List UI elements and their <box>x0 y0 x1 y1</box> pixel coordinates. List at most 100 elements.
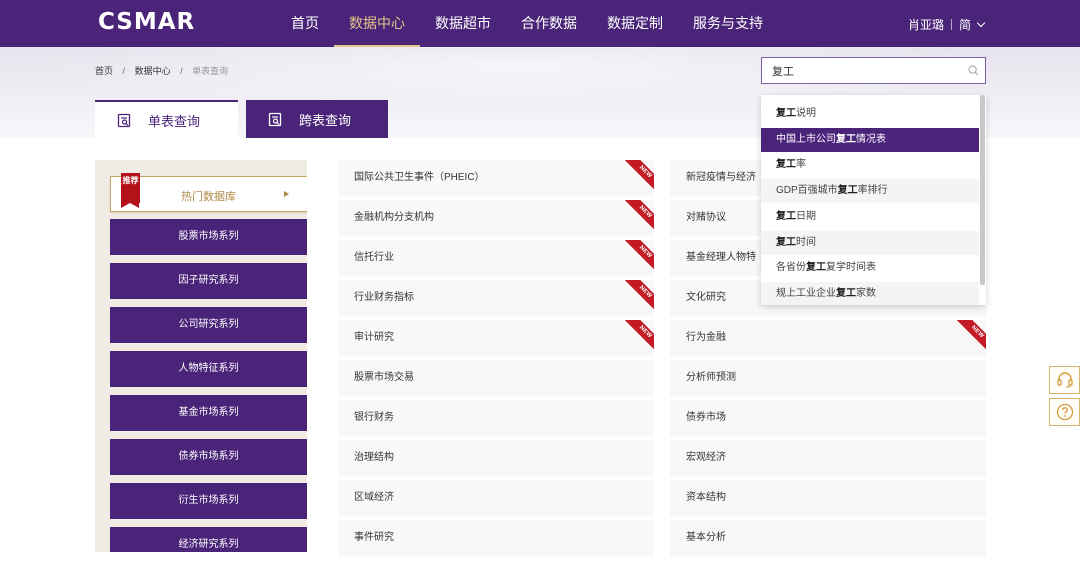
database-item-label: 治理结构 <box>354 452 394 463</box>
suggestion-pre: GDP百强城市 <box>776 185 838 197</box>
nav-item-3[interactable]: 合作数据 <box>506 0 592 47</box>
database-item[interactable]: 审计研究 NEW <box>338 320 654 356</box>
suggestion-post: 率排行 <box>857 185 888 197</box>
database-item[interactable]: 股票市场交易 <box>338 360 654 396</box>
database-item-label: 文化研究 <box>686 292 726 303</box>
new-ribbon-label: NEW <box>624 200 654 230</box>
nav-item-5[interactable]: 服务与支持 <box>678 0 778 47</box>
database-item-label: 信托行业 <box>354 252 394 263</box>
breadcrumb: 首页 / 数据中心 / 单表查询 <box>95 64 228 77</box>
database-item[interactable]: 国际公共卫生事件（PHEIC） NEW <box>338 160 654 196</box>
suggestion-item[interactable]: 复工日期 <box>761 205 979 229</box>
new-ribbon-label: NEW <box>956 320 986 350</box>
hot-databases-button[interactable]: 推荐 热门数据库 <box>110 173 307 212</box>
language-switch[interactable]: 简 <box>959 16 971 33</box>
suggestion-kw: 复工 <box>806 262 826 274</box>
suggestion-kw: 复工 <box>836 133 856 145</box>
search-icon[interactable] <box>968 65 979 76</box>
database-item[interactable]: 基本分析 <box>670 520 986 556</box>
sidebar-item-2[interactable]: 公司研究系列 <box>110 307 307 343</box>
customer-service-button[interactable] <box>1049 366 1080 394</box>
sidebar-item-0[interactable]: 股票市场系列 <box>110 219 307 255</box>
tab-single-label: 单表查询 <box>148 113 201 129</box>
sidebar-item-5[interactable]: 债券市场系列 <box>110 439 307 475</box>
database-item[interactable]: 债券市场 <box>670 400 986 436</box>
suggestion-post: 家数 <box>856 287 876 299</box>
database-item-label: 股票市场交易 <box>354 372 414 383</box>
suggestion-kw: 复工 <box>776 236 796 248</box>
suggestion-post: 情况表 <box>856 133 886 145</box>
tab-single-table[interactable]: 单表查询 <box>95 100 238 138</box>
suggestions-scrollbar[interactable] <box>980 95 985 285</box>
suggestion-item[interactable]: 规上工业企业复工家数 <box>761 281 979 305</box>
database-item-label: 宏观经济 <box>686 452 726 463</box>
suggestion-kw: 复工 <box>837 185 858 197</box>
main-nav: 首页 数据中心 数据超市 合作数据 数据定制 服务与支持 <box>276 0 778 47</box>
suggestion-item[interactable]: 复工率 <box>761 153 979 177</box>
breadcrumb-separator: / <box>122 66 126 76</box>
database-item-label: 对赌协议 <box>686 212 726 223</box>
suggestion-pre: 各省份 <box>776 262 806 274</box>
database-item[interactable]: 区域经济 <box>338 480 654 516</box>
sidebar-item-4[interactable]: 基金市场系列 <box>110 395 307 431</box>
search-suggestions: 复工说明 中国上市公司复工情况表 复工率 GDP百强城市复工率排行 复工日期 复工时间 各省… <box>761 95 986 305</box>
search-box <box>761 57 986 84</box>
nav-item-1[interactable]: 数据中心 <box>334 0 420 47</box>
suggestion-item[interactable]: 中国上市公司复工情况表 <box>761 127 979 152</box>
nav-item-4[interactable]: 数据定制 <box>592 0 678 47</box>
database-item-label: 银行财务 <box>354 412 394 423</box>
database-item-label: 行业财务指标 <box>354 292 414 303</box>
hot-databases-label: 热门数据库 <box>181 191 236 203</box>
suggestion-post: 率 <box>796 159 806 171</box>
suggestion-kw: 复工 <box>836 287 856 299</box>
suggestion-item[interactable]: GDP百强城市复工率排行 <box>761 179 979 204</box>
help-button[interactable] <box>1049 398 1080 426</box>
database-item[interactable]: 分析师预测 <box>670 360 986 396</box>
sidebar-item-3[interactable]: 人物特征系列 <box>110 351 307 387</box>
suggestion-post: 时间 <box>796 236 816 248</box>
new-ribbon-label: NEW <box>624 280 654 310</box>
suggestion-kw: 复工 <box>776 159 796 171</box>
database-item-label: 分析师预测 <box>686 372 736 383</box>
database-item-label: 国际公共卫生事件（PHEIC） <box>354 172 485 183</box>
database-item-label: 行为金融 <box>686 332 726 343</box>
sidebar-item-6[interactable]: 衍生市场系列 <box>110 483 307 519</box>
suggestion-item[interactable]: 复工时间 <box>761 230 979 255</box>
database-item[interactable]: 行为金融 NEW <box>670 320 986 356</box>
database-item-label: 事件研究 <box>354 532 394 543</box>
sidebar-item-1[interactable]: 因子研究系列 <box>110 263 307 299</box>
new-ribbon: NEW <box>624 200 654 230</box>
database-item[interactable]: 行业财务指标 NEW <box>338 280 654 316</box>
breadcrumb-home[interactable]: 首页 <box>95 66 113 76</box>
database-item-label: 审计研究 <box>354 332 394 343</box>
suggestion-post: 复学时间表 <box>826 262 876 274</box>
database-item[interactable]: 资本结构 <box>670 480 986 516</box>
database-item[interactable]: 金融机构分支机构 NEW <box>338 200 654 236</box>
suggestion-item[interactable]: 各省份复工复学时间表 <box>761 256 979 280</box>
category-sidebar: 推荐 热门数据库 股票市场系列 因子研究系列 公司研究系列 人物特征系列 基金市场系列债… <box>95 160 307 552</box>
tab-cross-table[interactable]: 跨表查询 <box>246 100 388 138</box>
database-item[interactable]: 银行财务 <box>338 400 654 436</box>
database-item[interactable]: 事件研究 <box>338 520 654 556</box>
search-input[interactable] <box>762 58 957 83</box>
new-ribbon-label: NEW <box>624 320 654 350</box>
database-item-label: 区域经济 <box>354 492 394 503</box>
csmar-logo[interactable]: CSMAR <box>98 9 195 35</box>
chevron-down-icon[interactable] <box>976 18 986 28</box>
database-item[interactable]: 宏观经济 <box>670 440 986 476</box>
database-item-label: 基金经理人物特 <box>686 252 756 263</box>
nav-item-2[interactable]: 数据超市 <box>420 0 506 47</box>
suggestion-item[interactable]: 复工说明 <box>761 102 979 126</box>
nav-item-0[interactable]: 首页 <box>276 0 334 47</box>
database-item-label: 基本分析 <box>686 532 726 543</box>
database-item[interactable]: 信托行业 NEW <box>338 240 654 276</box>
user-name[interactable]: 肖亚璐 <box>908 16 944 33</box>
database-item[interactable]: 治理结构 <box>338 440 654 476</box>
breadcrumb-data-center[interactable]: 数据中心 <box>135 66 171 76</box>
suggestion-kw: 复工 <box>776 210 796 222</box>
caret-right-icon <box>284 191 289 197</box>
database-item-label: 金融机构分支机构 <box>354 212 434 223</box>
recommend-badge: 推荐 <box>121 173 140 208</box>
sidebar-item-7[interactable]: 经济研究系列 <box>110 527 307 552</box>
database-item-label: 债券市场 <box>686 412 726 423</box>
